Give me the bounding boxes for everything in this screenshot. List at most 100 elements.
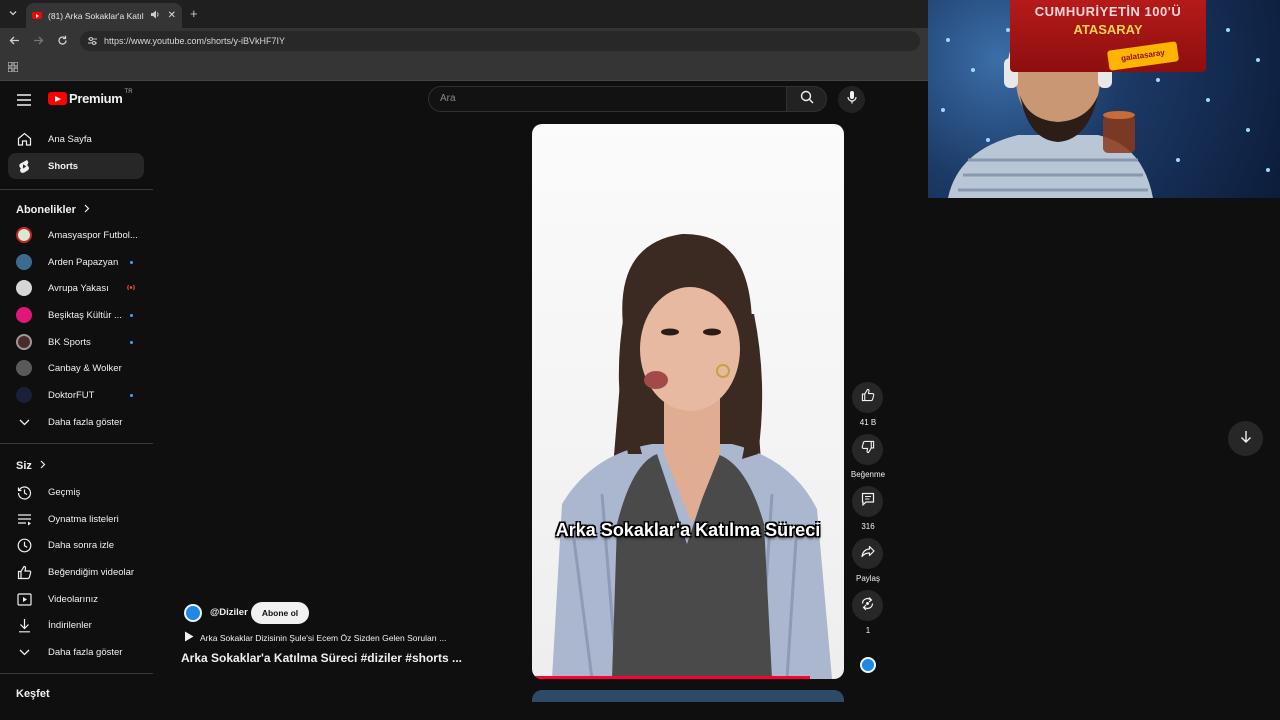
address-bar[interactable]: https://www.youtube.com/shorts/y-iBVkHF7… <box>80 31 920 51</box>
video-progress-bar[interactable] <box>532 676 810 679</box>
site-info-icon[interactable] <box>87 36 98 48</box>
next-short-preview[interactable] <box>532 690 844 702</box>
search-icon <box>800 90 814 109</box>
voice-search-button[interactable] <box>838 86 865 113</box>
youtube-play-icon <box>48 92 67 105</box>
new-tab-button[interactable]: + <box>190 7 198 20</box>
related-video-link[interactable]: Arka Sokaklar Dizisinin Şule'si Ecem Öz … <box>184 631 446 644</box>
sidebar-show-more-you[interactable]: Daha fazla göster <box>8 639 144 665</box>
browser-tab[interactable]: (81) Arka Sokaklar'a Katılma... ✕ <box>26 3 182 28</box>
avatar <box>16 334 32 350</box>
channel-avatar-small[interactable] <box>860 657 876 673</box>
live-icon <box>126 284 136 293</box>
like-button[interactable] <box>852 382 883 413</box>
channel-name[interactable]: @Diziler <box>210 607 248 618</box>
tab-search-icon[interactable] <box>8 8 18 21</box>
banner-subtext: ATASARAY <box>1073 22 1143 37</box>
logo-region-badge: TR <box>124 88 133 95</box>
remix-count: 1 <box>865 626 871 635</box>
sidebar-item-label: Beğendiğim videolar <box>48 566 135 578</box>
video-title[interactable]: Arka Sokaklar'a Katılma Süreci #diziler … <box>181 651 462 665</box>
remix-button[interactable] <box>852 590 883 621</box>
next-short-button[interactable] <box>1228 421 1263 456</box>
comment-icon <box>861 492 875 511</box>
sidebar-item-label: Amasyaspor Futbol... <box>48 229 138 241</box>
sidebar-subscription-bk-sports[interactable]: BK Sports <box>8 329 144 355</box>
sidebar-subscription-canbay-wolker[interactable]: Canbay & Wolker <box>8 355 144 381</box>
dislike-button[interactable] <box>852 434 883 465</box>
logo-text: Premium <box>69 91 123 106</box>
channel-avatar[interactable] <box>184 604 202 622</box>
tab-close-icon[interactable]: ✕ <box>168 10 176 21</box>
chevron-right-icon <box>84 204 90 216</box>
youtube-favicon-icon <box>32 12 42 19</box>
thumbs-up-icon <box>861 388 875 407</box>
comment-count: 316 <box>861 522 875 531</box>
forward-icon[interactable] <box>33 35 44 49</box>
sidebar-item-downloads[interactable]: İndirilenler <box>8 612 144 638</box>
sidebar-item-history[interactable]: Geçmiş <box>8 479 144 505</box>
share-button[interactable] <box>852 538 883 569</box>
sidebar-item-label: Videolarınız <box>48 593 98 605</box>
sidebar-item-label: Daha fazla göster <box>48 646 123 658</box>
sidebar-item-shorts[interactable]: Shorts <box>8 153 144 179</box>
sidebar-show-more-subscriptions[interactable]: Daha fazla göster <box>8 409 144 435</box>
sidebar-item-label: BK Sports <box>48 336 91 348</box>
chevron-right-icon <box>40 460 46 472</box>
related-video-title: Arka Sokaklar Dizisinin Şule'si Ecem Öz … <box>200 632 447 643</box>
sidebar-item-label: DoktorFUT <box>48 389 95 401</box>
reload-icon[interactable] <box>57 35 68 49</box>
sidebar-subscription-arden-papazyan[interactable]: Arden Papazyan <box>8 249 144 275</box>
sidebar-item-home[interactable]: Ana Sayfa <box>8 126 144 152</box>
sidebar-item-label: Ana Sayfa <box>48 133 92 145</box>
subscriptions-heading[interactable]: Abonelikler <box>16 204 90 216</box>
thumbs-down-icon <box>861 440 875 459</box>
back-icon[interactable] <box>9 35 20 49</box>
new-content-dot <box>130 261 133 264</box>
sidebar-subscription-doktorfut[interactable]: DoktorFUT <box>8 382 144 408</box>
banner-text: CUMHURİYETİN 100'Ü <box>1034 4 1182 19</box>
sidebar-item-label: Arden Papazyan <box>48 256 119 268</box>
sidebar-subscription-besiktas-kultur[interactable]: Beşiktaş Kültür ... <box>8 302 144 328</box>
playlist-icon <box>16 511 32 527</box>
sidebar-item-watch-later[interactable]: Daha sonra izle <box>8 532 144 558</box>
explore-heading: Keşfet <box>16 688 50 700</box>
you-heading[interactable]: Siz <box>16 460 46 472</box>
menu-icon[interactable] <box>17 93 31 111</box>
sidebar-item-label: Oynatma listeleri <box>48 513 119 525</box>
new-content-dot <box>130 314 133 317</box>
sidebar-item-playlists[interactable]: Oynatma listeleri <box>8 506 144 532</box>
sidebar-item-your-videos[interactable]: Videolarınız <box>8 586 144 612</box>
search-button[interactable] <box>786 86 827 112</box>
sidebar-item-label: Daha fazla göster <box>48 416 123 428</box>
play-icon <box>184 631 194 644</box>
share-icon <box>860 545 875 563</box>
home-icon <box>16 131 32 147</box>
subscribe-button[interactable]: Abone ol <box>251 602 309 624</box>
sidebar-divider <box>0 189 153 190</box>
comments-button[interactable] <box>852 486 883 517</box>
shorts-icon <box>16 158 32 174</box>
sidebar-divider <box>0 443 153 444</box>
bookmarks-bar <box>0 54 928 81</box>
remix-icon <box>860 596 875 616</box>
url-text: https://www.youtube.com/shorts/y-iBVkHF7… <box>104 36 286 46</box>
youtube-logo[interactable]: Premium TR <box>48 88 133 106</box>
sidebar-item-label: Avrupa Yakası <box>48 282 109 294</box>
sidebar-item-liked-videos[interactable]: Beğendiğim videolar <box>8 559 144 585</box>
sidebar-subscription-amasyaspor[interactable]: Amasyaspor Futbol... <box>8 222 144 248</box>
sidebar-subscription-avrupa-yakasi[interactable]: Avrupa Yakası <box>8 275 144 301</box>
avatar <box>16 254 32 270</box>
sidebar-item-label: Daha sonra izle <box>48 539 115 551</box>
short-video-player[interactable]: Arka Sokaklar'a Katılma Süreci <box>532 124 844 679</box>
download-icon <box>16 617 32 633</box>
search-input[interactable]: Ara <box>428 86 786 112</box>
sidebar-item-label: Shorts <box>48 160 79 172</box>
avatar <box>16 280 32 296</box>
chevron-down-icon <box>16 414 32 430</box>
apps-grid-icon[interactable] <box>7 61 19 75</box>
sidebar-item-label: Canbay & Wolker <box>48 362 122 374</box>
like-count: 41 B <box>859 418 877 427</box>
dislike-label: Beğenme <box>850 470 886 479</box>
speaker-icon[interactable] <box>150 10 160 21</box>
